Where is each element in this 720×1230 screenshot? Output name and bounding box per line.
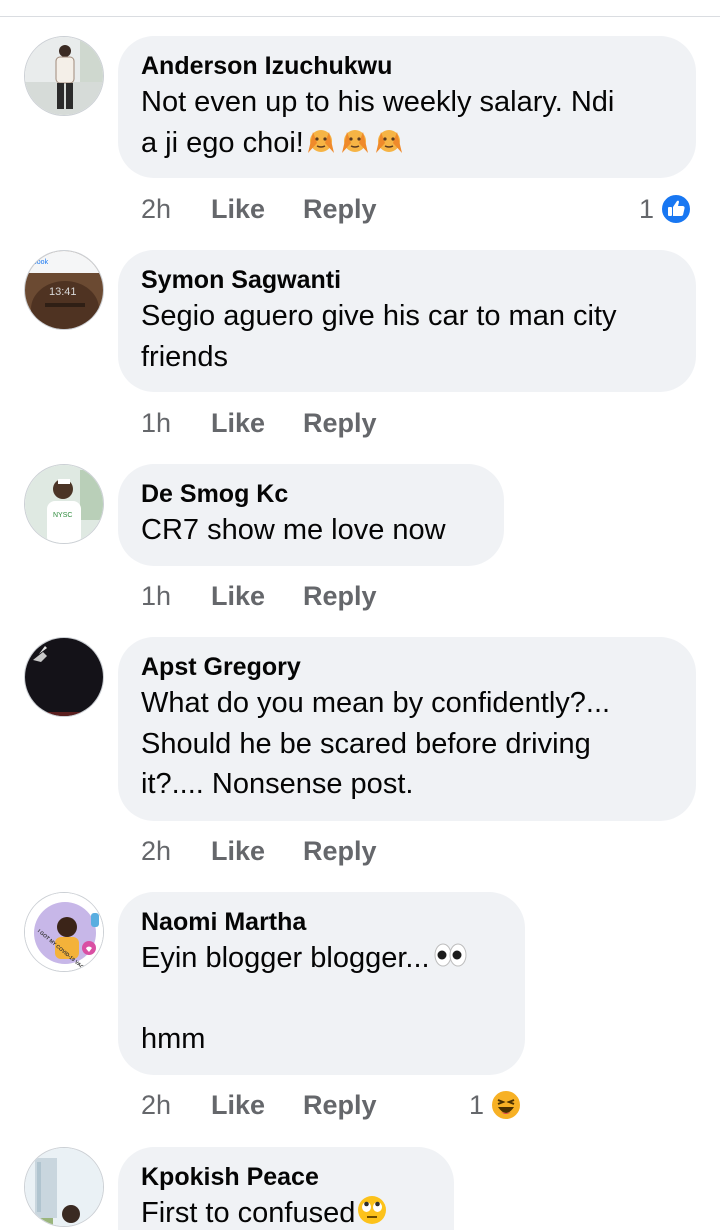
comment-text: Segio aguero give his car to man city fr… <box>141 300 617 373</box>
comment-actions: 2h Like Reply <box>141 189 377 229</box>
like-button[interactable]: Like <box>211 408 303 439</box>
comment-author[interactable]: Apst Gregory <box>141 651 672 683</box>
comment-timestamp[interactable]: 2h <box>141 194 211 225</box>
avatar[interactable]: NYSC <box>24 464 104 544</box>
avatar[interactable]: ebook 13:41 <box>24 250 104 330</box>
avatar[interactable]: I GOT MY COVID-19 VACCINE <box>24 892 104 972</box>
avatar[interactable] <box>24 36 104 116</box>
face-palm-woman-emoji <box>375 129 402 153</box>
comment-text: What do you mean by confidently?... Shou… <box>141 687 611 800</box>
like-button[interactable]: Like <box>211 1090 303 1121</box>
top-divider <box>0 16 720 17</box>
like-reaction-icon <box>660 193 693 225</box>
comment-actions: 2h Like Reply <box>141 1085 377 1125</box>
comment-bubble[interactable]: Kpokish Peace First to confused <box>118 1147 454 1230</box>
comment-text: Eyin blogger blogger... hmm <box>141 938 501 1060</box>
avatar-app-label: ebook <box>29 259 49 266</box>
reaction-summary[interactable]: 1 <box>639 189 693 229</box>
comment-actions: 1h Like Reply <box>141 576 377 616</box>
comment-author[interactable]: De Smog Kc <box>141 478 480 510</box>
reply-button[interactable]: Reply <box>303 408 377 439</box>
comment-actions: 1h Like Reply <box>141 403 377 443</box>
reply-button[interactable]: Reply <box>303 1090 377 1121</box>
face-with-rolling-eyes-emoji <box>358 1196 387 1224</box>
comment-bubble[interactable]: Apst Gregory What do you mean by confide… <box>118 637 696 821</box>
avatar[interactable] <box>24 1147 104 1227</box>
comment-bubble[interactable]: Symon Sagwanti Segio aguero give his car… <box>118 250 696 392</box>
comment-author[interactable]: Anderson Izuchukwu <box>141 50 672 82</box>
comment-text: CR7 show me love now <box>141 514 446 546</box>
comment-author[interactable]: Naomi Martha <box>141 906 501 938</box>
comment-text: First to confused <box>141 1193 430 1230</box>
avatar[interactable] <box>24 637 104 717</box>
face-palm-woman-emoji <box>341 129 368 153</box>
reply-button[interactable]: Reply <box>303 836 377 867</box>
reply-button[interactable]: Reply <box>303 194 377 225</box>
comment-bubble[interactable]: Naomi Martha Eyin blogger blogger... hmm <box>118 892 525 1075</box>
avatar-badge-label: NYSC <box>53 512 72 519</box>
comment-timestamp[interactable]: 1h <box>141 581 211 612</box>
comment-actions: 2h Like Reply <box>141 831 377 871</box>
reaction-summary[interactable]: 1 <box>469 1085 523 1125</box>
comment-bubble[interactable]: Anderson Izuchukwu Not even up to his we… <box>118 36 696 178</box>
face-palm-woman-emoji <box>307 129 334 153</box>
comment-timestamp[interactable]: 2h <box>141 1090 211 1121</box>
comment-bubble[interactable]: De Smog Kc CR7 show me love now <box>118 464 504 566</box>
like-button[interactable]: Like <box>211 581 303 612</box>
avatar-clock-label: 13:41 <box>49 286 77 298</box>
like-button[interactable]: Like <box>211 836 303 867</box>
reply-button[interactable]: Reply <box>303 581 377 612</box>
haha-reaction-icon <box>490 1089 523 1121</box>
comment-author[interactable]: Kpokish Peace <box>141 1161 430 1193</box>
comment-text: Not even up to his weekly salary. Ndi a … <box>141 86 615 159</box>
comment-author[interactable]: Symon Sagwanti <box>141 264 672 296</box>
comment-timestamp[interactable]: 2h <box>141 836 211 867</box>
reaction-count: 1 <box>469 1089 485 1120</box>
reaction-count: 1 <box>639 193 655 224</box>
comment-timestamp[interactable]: 1h <box>141 408 211 439</box>
like-button[interactable]: Like <box>211 194 303 225</box>
eyes-emoji <box>434 943 467 967</box>
